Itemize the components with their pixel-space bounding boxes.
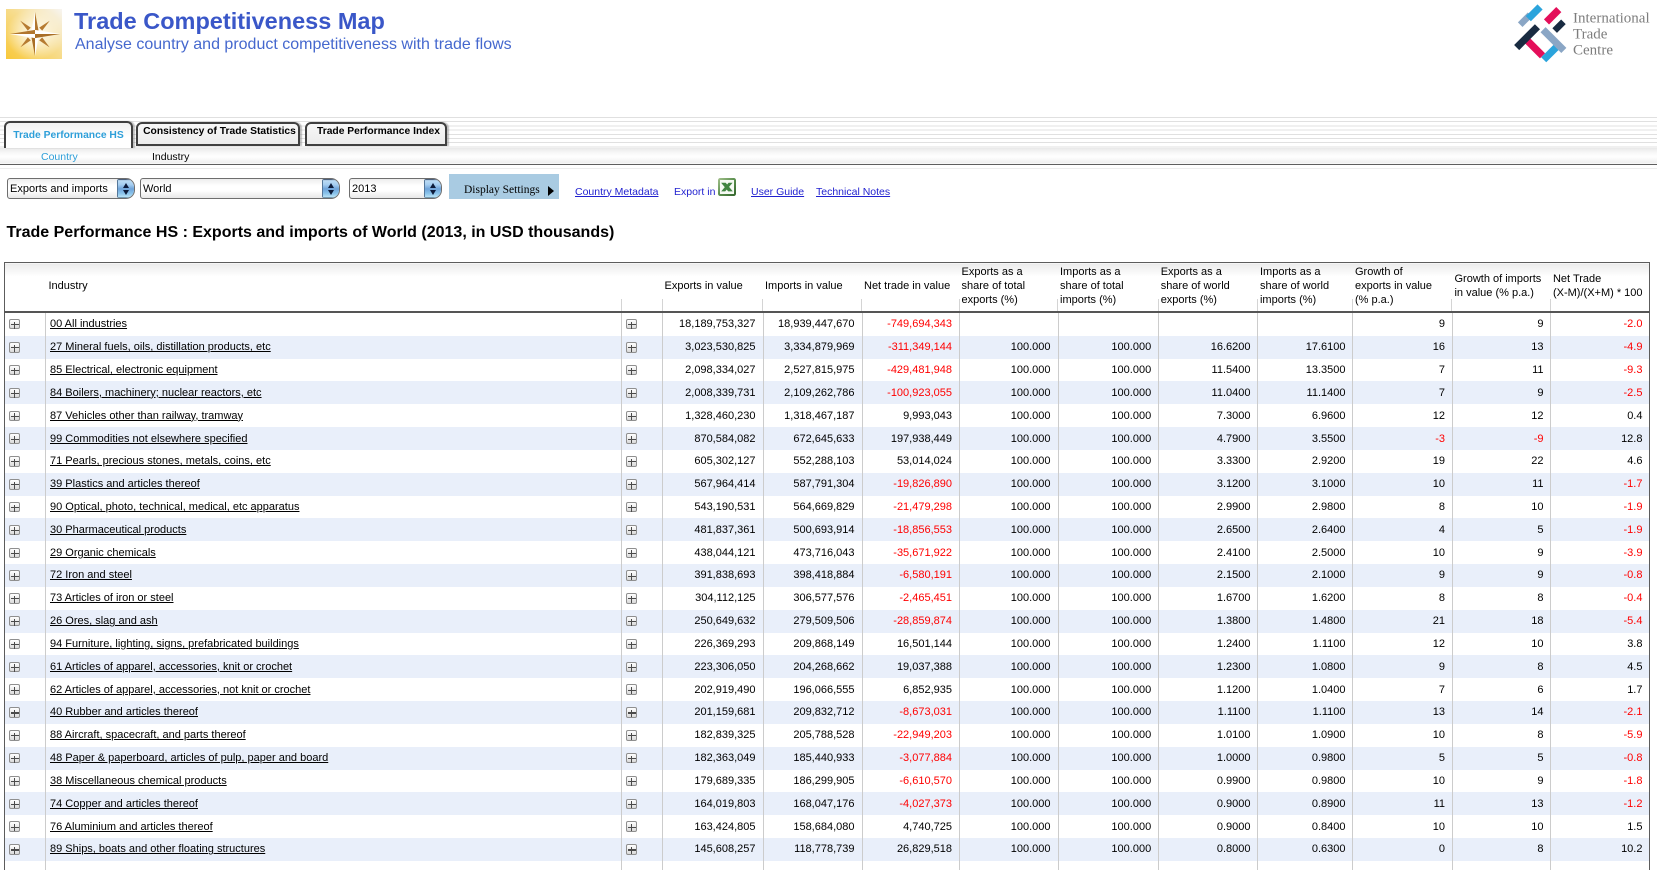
svg-text:International: International (1573, 11, 1650, 27)
svg-text:Trade: Trade (1573, 27, 1608, 43)
svg-text:Centre: Centre (1573, 43, 1613, 59)
